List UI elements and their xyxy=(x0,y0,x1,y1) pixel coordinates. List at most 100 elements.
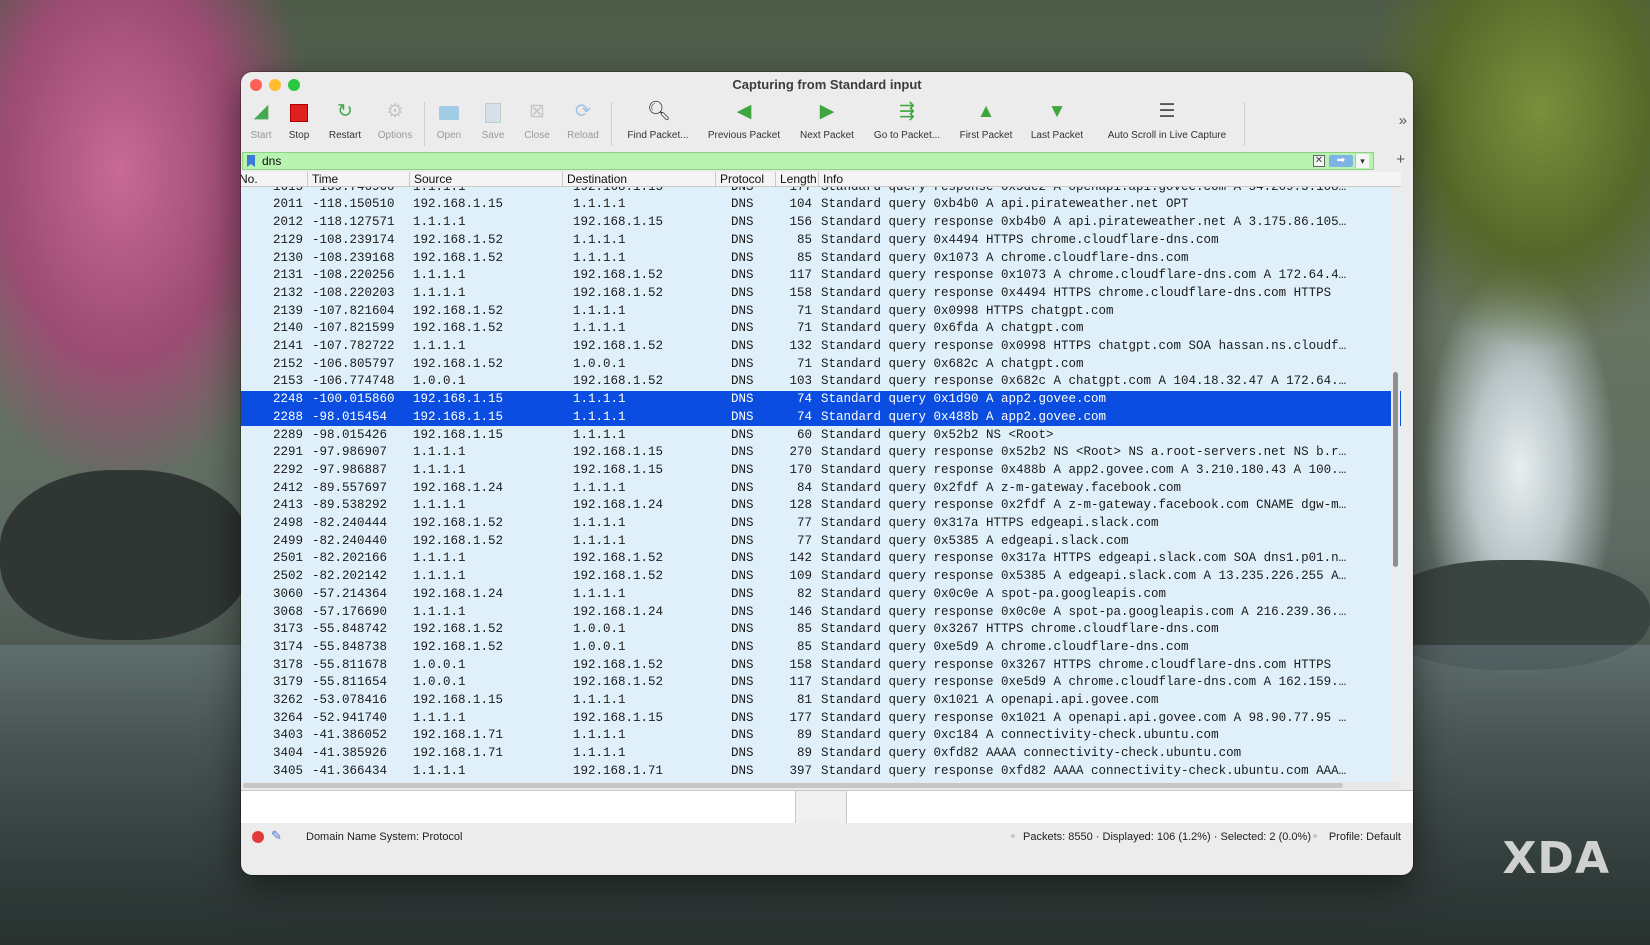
packet-cell-no: 2502 xyxy=(272,569,303,584)
packet-cell-dst: 1.1.1.1 xyxy=(573,409,626,424)
packet-row[interactable]: 2292 -97.986887 1.1.1.1 192.168.1.15 DNS 170 S… xyxy=(241,462,1401,480)
packet-row[interactable]: 2139 -107.821604 192.168.1.52 1.1.1.1 DNS 71 S… xyxy=(241,303,1401,321)
packet-cell-no: 3404 xyxy=(272,746,303,761)
start-capture-button[interactable]: ◢ Start xyxy=(243,98,279,150)
packet-bytes-pane[interactable] xyxy=(796,791,846,823)
apply-filter-arrow-icon[interactable]: ➡ xyxy=(1329,155,1353,167)
packet-cell-info: Standard query 0x4494 HTTPS chrome.cloud… xyxy=(821,232,1219,247)
open-file-button[interactable]: Open xyxy=(431,98,467,150)
close-file-button[interactable]: ⊠ Close xyxy=(519,98,555,150)
go-to-packet-button[interactable]: ⇶ Go to Packet... xyxy=(869,98,945,150)
magnifier-icon: 🔍︎ xyxy=(647,101,672,122)
display-filter-input[interactable] xyxy=(262,153,1242,169)
packet-row[interactable]: 2132 -108.220203 1.1.1.1 192.168.1.52 DNS 158… xyxy=(241,285,1401,303)
packet-row[interactable]: 2131 -108.220256 1.1.1.1 192.168.1.52 DNS 117… xyxy=(241,267,1401,285)
column-header-protocol[interactable]: Protocol xyxy=(715,172,775,186)
previous-packet-button[interactable]: ◀ Previous Packet xyxy=(703,98,785,150)
packet-row[interactable]: 2502 -82.202142 1.1.1.1 192.168.1.52 DNS 109 S… xyxy=(241,568,1401,586)
packet-row[interactable]: 3403 -41.386052 192.168.1.71 1.1.1.1 DNS 89 St… xyxy=(241,727,1401,745)
packet-cell-info: Standard query 0x682c A chatgpt.com xyxy=(821,356,1084,371)
packet-row[interactable]: 2140 -107.821599 192.168.1.52 1.1.1.1 DNS 71 S… xyxy=(241,320,1401,338)
horizontal-scrollbar[interactable] xyxy=(241,782,1401,789)
packet-row[interactable]: 2248 -100.015860 192.168.1.15 1.1.1.1 DNS 74 S… xyxy=(241,391,1401,409)
packet-row[interactable]: 2413 -89.538292 1.1.1.1 192.168.1.24 DNS 128 S… xyxy=(241,497,1401,515)
packet-row[interactable]: 3173 -55.848742 192.168.1.52 1.0.0.1 DNS 85 St… xyxy=(241,621,1401,639)
packet-row[interactable]: 3264 -52.941740 1.1.1.1 192.168.1.15 DNS 177 S… xyxy=(241,710,1401,728)
auto-scroll-button[interactable]: ☰ Auto Scroll in Live Capture xyxy=(1097,98,1237,150)
packet-cell-info: Standard query 0x488b A app2.govee.com xyxy=(821,409,1107,424)
find-packet-button[interactable]: 🔍︎ Find Packet... xyxy=(623,98,693,150)
packet-row[interactable]: 2288 -98.015454 192.168.1.15 1.1.1.1 DNS 74 St… xyxy=(241,408,1401,427)
packet-details-pane[interactable] xyxy=(241,790,1413,823)
packet-cell-len: 74 xyxy=(796,409,812,424)
packet-row[interactable]: 2498 -82.240444 192.168.1.52 1.1.1.1 DNS 77 St… xyxy=(241,515,1401,533)
column-header-time[interactable]: Time xyxy=(307,172,409,186)
packet-row[interactable]: 2129 -108.239174 192.168.1.52 1.1.1.1 DNS 85 S… xyxy=(241,232,1401,250)
titlebar[interactable]: Capturing from Standard input xyxy=(241,72,1413,94)
expert-info-icon[interactable]: ✎ xyxy=(271,828,282,844)
stop-square-icon xyxy=(288,101,310,123)
packet-row[interactable]: 3262 -53.078416 192.168.1.15 1.1.1.1 DNS 81 St… xyxy=(241,692,1401,710)
save-file-button[interactable]: Save xyxy=(475,98,511,150)
packet-cell-proto: DNS xyxy=(731,480,754,495)
packet-cell-dst: 1.0.0.1 xyxy=(573,356,626,371)
column-header-no[interactable]: No. xyxy=(241,172,307,186)
packet-list[interactable]: 1612-139.881013192.168.1.151.1.1.1DNS81S… xyxy=(241,172,1401,782)
capture-options-button[interactable]: ⚙ Options xyxy=(373,98,417,150)
packet-row[interactable]: 2289 -98.015426 192.168.1.15 1.1.1.1 DNS 60 St… xyxy=(241,427,1401,445)
packet-cell-len: 82 xyxy=(796,586,812,601)
vertical-scrollbar[interactable] xyxy=(1391,172,1400,782)
packet-cell-proto: DNS xyxy=(731,356,754,371)
bookmark-icon[interactable] xyxy=(247,155,255,167)
packet-row[interactable]: 2012 -118.127571 1.1.1.1 192.168.1.15 DNS 156… xyxy=(241,214,1401,232)
packet-row[interactable]: 3068 -57.176690 1.1.1.1 192.168.1.24 DNS 146 S… xyxy=(241,604,1401,622)
packet-row[interactable]: 3405 -41.366434 1.1.1.1 192.168.1.71 DNS 397 S… xyxy=(241,763,1401,781)
packet-cell-proto: DNS xyxy=(731,409,754,424)
packet-cell-no: 2413 xyxy=(272,498,303,513)
packet-cell-len: 397 xyxy=(789,763,812,778)
column-header-length[interactable]: Length xyxy=(775,172,818,186)
packet-cell-len: 85 xyxy=(796,232,812,247)
packet-row[interactable]: 2141 -107.782722 1.1.1.1 192.168.1.52 DNS 132… xyxy=(241,338,1401,356)
packet-cell-src: 192.168.1.52 xyxy=(413,303,504,318)
scrollbar-thumb[interactable] xyxy=(243,783,1343,788)
packet-cell-info: Standard query 0x1d90 A app2.govee.com xyxy=(821,392,1107,407)
packet-row[interactable]: 3060 -57.214364 192.168.1.24 1.1.1.1 DNS 82 St… xyxy=(241,586,1401,604)
toolbar-overflow-button[interactable]: » xyxy=(1399,112,1407,129)
status-profile[interactable]: Profile: Default xyxy=(1329,831,1401,843)
next-packet-button[interactable]: ▶ Next Packet xyxy=(795,98,859,150)
pane-splitter[interactable] xyxy=(846,791,847,823)
packet-cell-no: 2132 xyxy=(272,285,303,300)
packet-cell-src: 192.168.1.15 xyxy=(413,427,504,442)
packet-row[interactable]: 2011 -118.150510 192.168.1.15 1.1.1.1 DNS 104… xyxy=(241,196,1401,214)
packet-row[interactable]: 2130 -108.239168 192.168.1.52 1.1.1.1 DNS 85 S… xyxy=(241,250,1401,268)
packet-cell-time: -82.240444 xyxy=(312,516,388,530)
packet-cell-dst: 1.1.1.1 xyxy=(573,392,626,407)
packet-row[interactable]: 3178 -55.811678 1.0.0.1 192.168.1.52 DNS 158 S… xyxy=(241,657,1401,675)
capture-recording-icon[interactable] xyxy=(252,831,264,843)
restart-capture-button[interactable]: ↻ Restart xyxy=(321,98,369,150)
reload-file-button[interactable]: ⟳ Reload xyxy=(563,98,603,150)
packet-row[interactable]: 3404 -41.385926 192.168.1.71 1.1.1.1 DNS 89 St… xyxy=(241,745,1401,763)
column-header-info[interactable]: Info xyxy=(818,172,1401,186)
first-packet-button[interactable]: ▲ First Packet xyxy=(955,98,1017,150)
packet-row[interactable]: 2152 -106.805797 192.168.1.52 1.0.0.1 DNS 71 S… xyxy=(241,356,1401,374)
chevron-down-icon[interactable]: ▾ xyxy=(1355,154,1369,168)
packet-cell-time: -55.811678 xyxy=(312,657,388,672)
scrollbar-thumb[interactable] xyxy=(1393,372,1398,567)
last-packet-button[interactable]: ▼ Last Packet xyxy=(1027,98,1087,150)
stop-capture-button[interactable]: Stop xyxy=(281,98,317,150)
clear-filter-icon[interactable]: ✕ xyxy=(1313,155,1325,167)
column-header-source[interactable]: Source xyxy=(409,172,562,186)
packet-row[interactable]: 2501 -82.202166 1.1.1.1 192.168.1.52 DNS 142 S… xyxy=(241,550,1401,568)
column-header-destination[interactable]: Destination xyxy=(562,172,715,186)
packet-row[interactable]: 3179 -55.811654 1.0.0.1 192.168.1.52 DNS 117 S… xyxy=(241,674,1401,692)
packet-row[interactable]: 2412 -89.557697 192.168.1.24 1.1.1.1 DNS 84 St… xyxy=(241,480,1401,498)
packet-row[interactable]: 2291 -97.986907 1.1.1.1 192.168.1.15 DNS 270 S… xyxy=(241,444,1401,462)
packet-cell-len: 104 xyxy=(789,197,812,212)
packet-row[interactable]: 3174 -55.848738 192.168.1.52 1.0.0.1 DNS 85 St… xyxy=(241,639,1401,657)
packet-cell-src: 1.1.1.1 xyxy=(413,268,466,283)
add-filter-button[interactable]: + xyxy=(1396,151,1405,168)
packet-row[interactable]: 2499 -82.240440 192.168.1.52 1.1.1.1 DNS 77 St… xyxy=(241,533,1401,551)
packet-row[interactable]: 2153 -106.774748 1.0.0.1 192.168.1.52 DNS 103… xyxy=(241,373,1401,391)
